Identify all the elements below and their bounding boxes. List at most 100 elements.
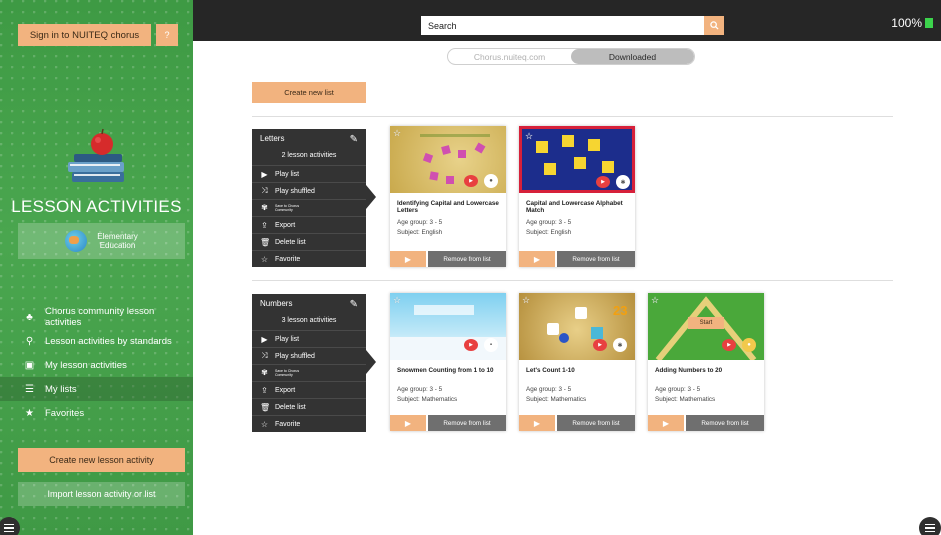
save-to-community-button[interactable]: ✾ Save to Chorus Community [252,199,366,216]
subject-selector[interactable]: Elementary Education [18,223,185,259]
trash-icon: 🗑 [260,402,271,412]
edit-pencil-icon[interactable]: ✎ [350,299,358,310]
toggle-downloaded[interactable]: Downloaded [571,49,694,64]
export-button[interactable]: ⇪ Export [252,216,366,233]
play-list-button[interactable]: ▶ Play list [252,165,366,182]
help-button[interactable]: ? [156,24,178,46]
hamburger-line [925,527,935,529]
favorite-star-icon[interactable]: ☆ [522,295,530,306]
toggle-chorus-online[interactable]: Chorus.nuiteq.com [448,49,571,64]
activity-subject: Subject: English [397,229,443,236]
battery-percent: 100% [891,16,922,30]
left-menu-button[interactable] [0,517,20,535]
activity-card[interactable]: ☆ ▶ ▪ Snowmen Counting from 1 to 10 Age … [390,293,506,431]
activity-age: Age group: 3 - 5 [526,219,572,226]
search-input[interactable]: Search [421,16,704,35]
activity-age: Age group: 3 - 5 [397,219,443,226]
list-icon: ☰ [25,383,34,395]
nav-label: My lesson activities [45,359,127,371]
activity-subject: Subject: Mathematics [655,396,716,403]
letter-tile [429,171,439,181]
remove-from-list-button[interactable]: Remove from list [686,415,764,431]
play-list-button[interactable]: ▶ Play list [252,330,366,347]
hamburger-line [925,530,935,533]
nav-label: My lists [45,383,77,395]
community-icon: ♣ [26,311,33,323]
play-activity-button[interactable]: ▶ [390,415,426,431]
play-activity-button[interactable]: ▶ [648,415,684,431]
nav-community-activities[interactable]: ♣ Chorus community lesson activities [0,305,193,329]
activity-card[interactable]: ☆ 23 ▶ ✱ Let's Count 1-10 Age group: 3 -… [519,293,635,431]
import-button[interactable]: Import lesson activity or list [18,482,185,506]
list-count: 2 lesson activities [281,152,337,159]
nav-favorites[interactable]: ★ Favorites [0,401,193,425]
play-activity-button[interactable]: ▶ [390,251,426,267]
delete-list-button[interactable]: 🗑 Delete list [252,398,366,415]
create-lesson-activity-button[interactable]: Create new lesson activity [18,448,185,472]
number-shapes: 23 [613,303,628,318]
source-toggle: Chorus.nuiteq.com Downloaded [447,48,695,65]
community-icon: ✾ [261,368,268,377]
hamburger-line [4,527,14,529]
activity-card[interactable]: ☆ Start ▶ ● Adding Numbers to 20 Age gro… [648,293,764,431]
trash-icon: 🗑 [260,237,271,247]
list-panel-letters: Letters ✎ 2 lesson activities ▶ Play list… [252,129,376,267]
play-shuffled-button[interactable]: ⤨ Play shuffled [252,182,366,199]
remove-from-list-button[interactable]: Remove from list [557,251,635,267]
menu-label: Save to Chorus Community [275,204,300,212]
top-bar: Search 100% [193,0,941,41]
menu-label: Play shuffled [275,352,315,360]
delete-list-button[interactable]: 🗑 Delete list [252,233,366,250]
card-actions: ▶ Remove from list [390,251,506,267]
activity-thumbnail: ☆ Start ▶ ● [648,293,764,360]
nav-label: Favorites [45,407,85,419]
list-name: Numbers [260,299,293,308]
activity-card[interactable]: ☆ ▶ ● Identifying Capital and Lowercase … [390,126,506,267]
play-activity-button[interactable]: ▶ [519,415,555,431]
play-activity-button[interactable]: ▶ [519,251,555,267]
menu-label: Delete list [275,403,306,411]
activity-subject: Subject: Mathematics [526,396,587,403]
video-icon: ▶ [596,176,610,188]
letter-tile [422,152,434,164]
favorite-button[interactable]: ☆ Favorite [252,415,366,432]
favorite-button[interactable]: ☆ Favorite [252,250,366,267]
battery-status: 100% [891,16,933,30]
list-panel-numbers: Numbers ✎ 3 lesson activities ▶ Play list… [252,294,376,432]
video-icon: ▶ [722,339,736,351]
create-list-button[interactable]: Create new list [252,82,366,103]
favorite-star-icon[interactable]: ☆ [525,131,533,142]
snowmen-row [414,305,474,315]
remove-from-list-button[interactable]: Remove from list [428,415,506,431]
play-shuffled-button[interactable]: ⤨ Play shuffled [252,347,366,364]
video-icon: ▶ [464,339,478,351]
favorite-star-icon[interactable]: ☆ [393,128,401,139]
star-icon: ★ [25,407,34,419]
nav-standards[interactable]: ⚲ Lesson activities by standards [0,329,193,353]
menu-label: Play list [275,335,300,343]
activity-thumbnail: ☆ ▶ ✱ [519,126,635,193]
letter-card [574,157,586,169]
thumb-start-label: Start [688,317,724,329]
activity-subject: Subject: Mathematics [397,396,458,403]
export-button[interactable]: ⇪ Export [252,381,366,398]
signin-button[interactable]: Sign in to NUITEQ chorus [18,24,151,46]
remove-from-list-button[interactable]: Remove from list [428,251,506,267]
save-to-community-button[interactable]: ✾ Save to Chorus Community [252,364,366,381]
right-menu-button[interactable] [919,517,941,535]
activity-card[interactable]: ☆ ▶ ✱ Capital and Lowercase Alphabet Mat… [519,126,635,267]
nav-my-lists[interactable]: ☰ My lists [0,377,193,401]
nav-my-activities[interactable]: ▣ My lesson activities [0,353,193,377]
star-outline-icon: ☆ [260,419,269,429]
favorite-star-icon[interactable]: ☆ [393,295,401,306]
activity-title: Capital and Lowercase Alphabet Match [526,200,623,214]
activity-age: Age group: 3 - 5 [526,386,572,393]
timer-icon: ✱ [613,338,627,352]
letter-card [562,135,574,147]
activity-thumbnail: ☆ 23 ▶ ✱ [519,293,635,360]
battery-icon [925,18,933,28]
remove-from-list-button[interactable]: Remove from list [557,415,635,431]
activity-title: Adding Numbers to 20 [655,367,723,374]
edit-pencil-icon[interactable]: ✎ [350,134,358,145]
search-button[interactable] [704,16,724,35]
